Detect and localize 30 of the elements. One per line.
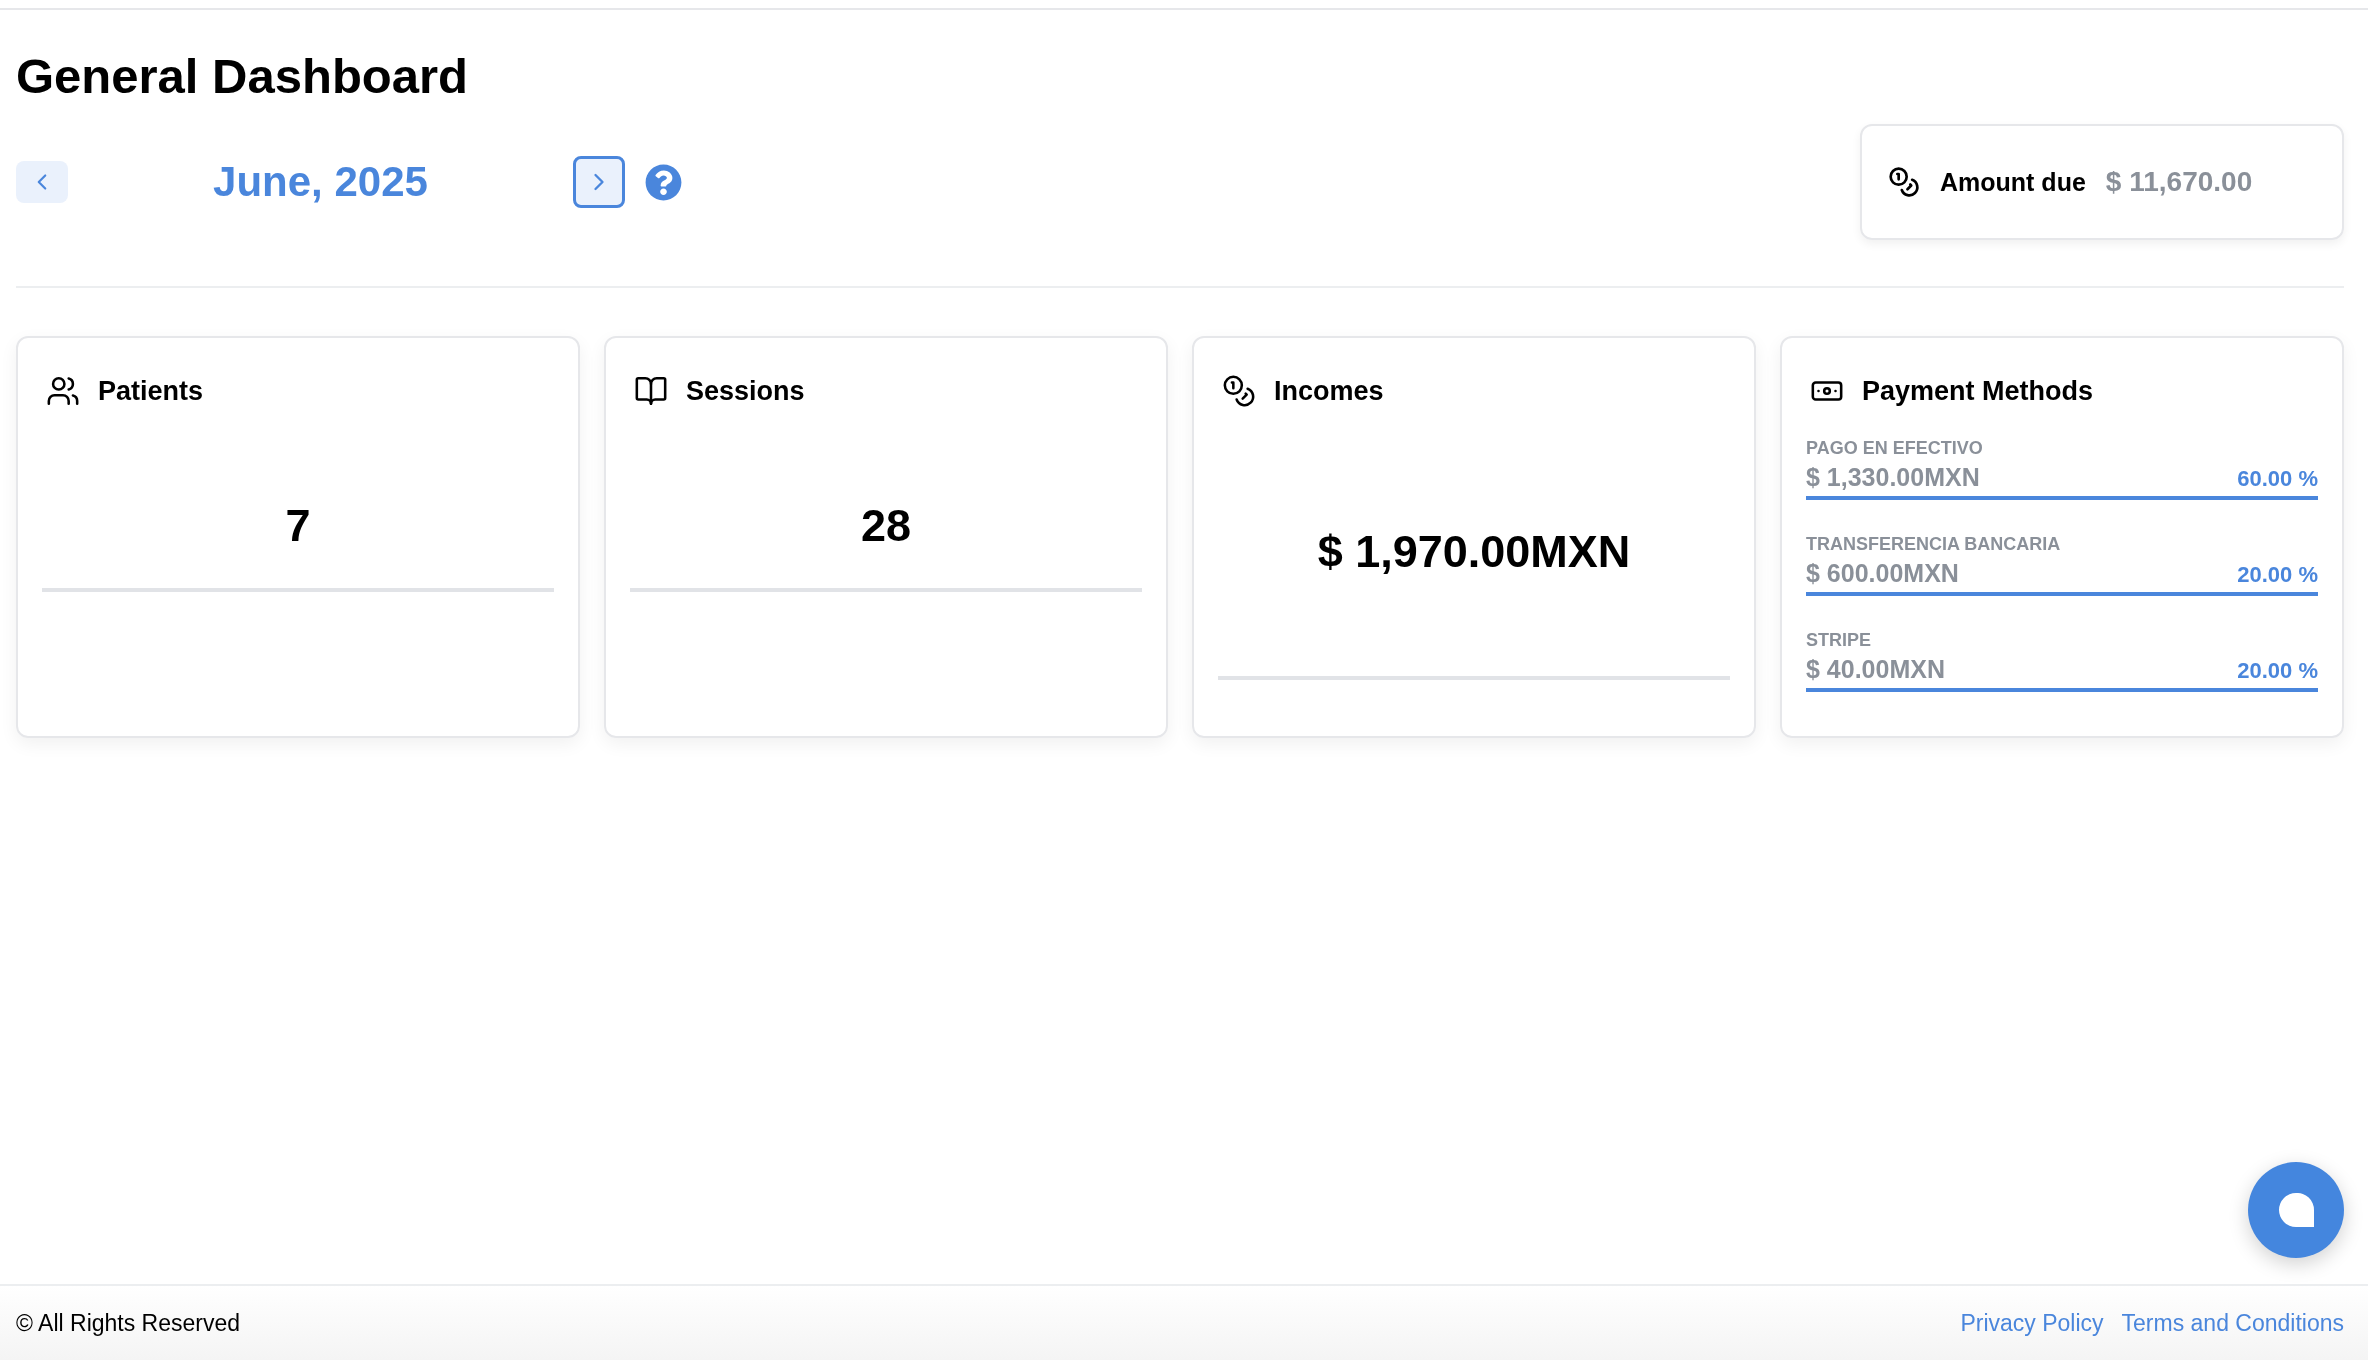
help-icon[interactable] xyxy=(645,163,682,201)
card-title: Sessions xyxy=(686,375,805,407)
card-title: Patients xyxy=(98,375,204,407)
amount-due-label: Amount due xyxy=(1940,167,2086,197)
method-amount: $ 1,330.00MXN xyxy=(1806,463,1980,492)
stat-value: $ 1,970.00MXN xyxy=(1218,526,1730,680)
month-label: June, 2025 xyxy=(212,158,429,206)
method-name: PAGO EN EFECTIVO xyxy=(1806,438,1984,459)
chat-bubble-icon xyxy=(2278,1193,2314,1227)
stat-value: 28 xyxy=(630,500,1142,592)
coins-icon xyxy=(1888,166,1920,198)
next-month-button[interactable] xyxy=(573,156,625,208)
method-percent: 60.00 % xyxy=(2237,466,2318,492)
book-icon xyxy=(634,374,668,408)
amount-due-value: $ 11,670.00 xyxy=(2105,166,2253,198)
card-title: Incomes xyxy=(1274,375,1384,407)
coins-icon xyxy=(1222,374,1256,408)
footer-link[interactable]: Terms and Conditions xyxy=(2121,1309,2344,1337)
method-name: STRIPE xyxy=(1806,630,1872,651)
stat-value: 7 xyxy=(42,500,554,592)
footer-link[interactable]: Privacy Policy xyxy=(1960,1309,2104,1337)
method-percent: 20.00 % xyxy=(2237,562,2318,588)
copyright-text: © All Rights Reserved xyxy=(16,1309,241,1337)
method-amount: $ 40.00MXN xyxy=(1806,655,1945,684)
method-amount: $ 600.00MXN xyxy=(1806,559,1959,588)
people-icon xyxy=(46,374,80,408)
method-name: TRANSFERENCIA BANCARIA xyxy=(1806,534,2062,555)
page-title: General Dashboard xyxy=(16,48,470,104)
card-title: Payment Methods xyxy=(1862,375,2094,407)
method-percent: 20.00 % xyxy=(2237,658,2318,684)
